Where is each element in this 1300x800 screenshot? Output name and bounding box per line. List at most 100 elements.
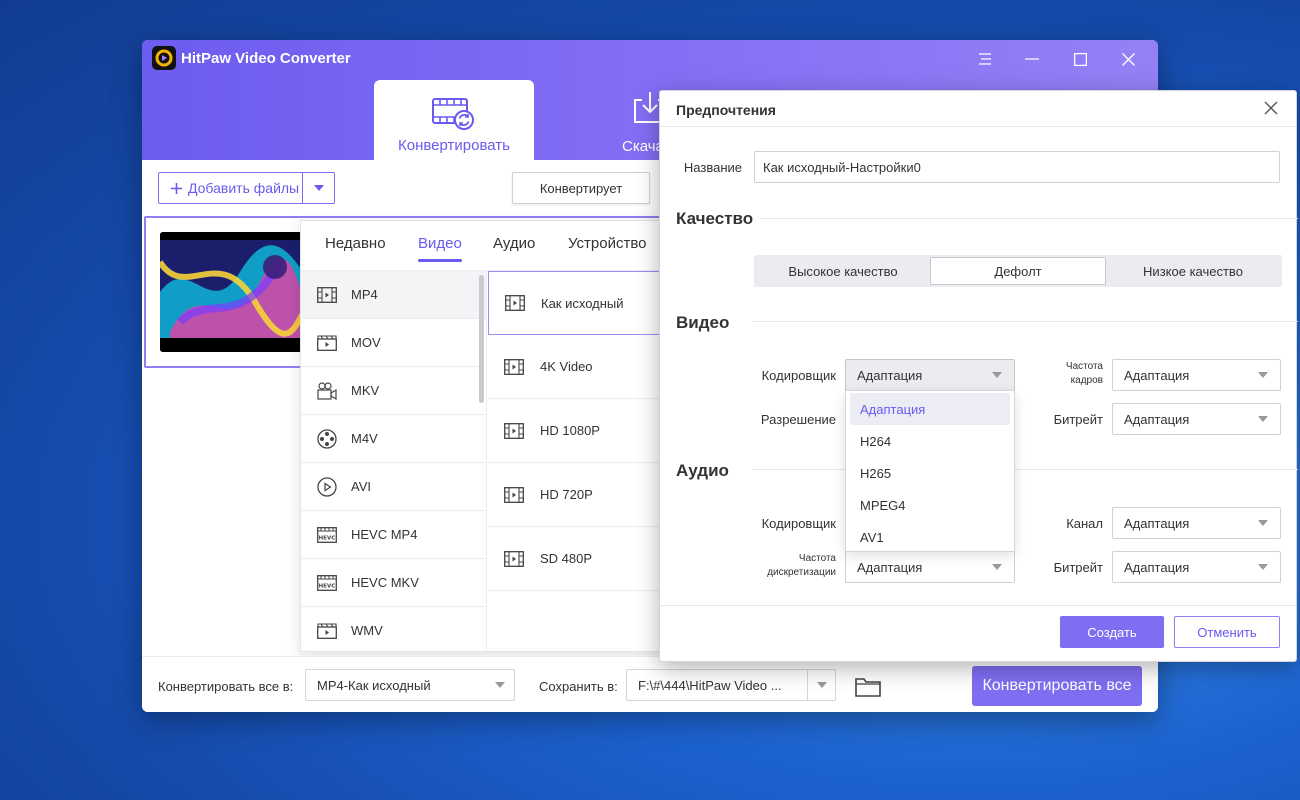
add-files-main[interactable]: Добавить файлы xyxy=(159,173,302,203)
camera-icon xyxy=(317,381,337,400)
channel-label: Канал xyxy=(1066,516,1103,531)
frame-rate-label-line1: Частота xyxy=(1065,361,1103,372)
convert-all-in-label: Конвертировать все в: xyxy=(158,679,294,694)
audio-bitrate-select[interactable]: Адаптация xyxy=(1112,551,1281,583)
format-label: AVI xyxy=(351,479,371,494)
format-item-hevc-mkv[interactable]: HEVC HEVC MKV xyxy=(301,559,486,607)
format-item-wmv[interactable]: WMV xyxy=(301,607,486,655)
tab-device[interactable]: Устройство xyxy=(568,235,646,252)
sample-rate-select[interactable]: Адаптация xyxy=(845,551,1015,583)
video-encoder-label: Кодировщик xyxy=(761,368,836,383)
add-files-label: Добавить файлы xyxy=(188,180,300,196)
format-item-mov[interactable]: MOV xyxy=(301,319,486,367)
create-button[interactable]: Создать xyxy=(1060,616,1164,648)
resolution-item-480p[interactable]: SD 480P xyxy=(488,527,671,591)
divider xyxy=(660,126,1296,127)
video-encoder-select[interactable]: Адаптация xyxy=(845,359,1015,391)
resolution-item-original[interactable]: Как исходный xyxy=(488,271,671,335)
name-label: Название xyxy=(683,160,742,175)
quality-default[interactable]: Дефолт xyxy=(930,257,1106,285)
caret-down-icon xyxy=(980,564,1014,570)
divider xyxy=(660,605,1296,606)
folder-icon[interactable] xyxy=(855,677,881,697)
format-label: MOV xyxy=(351,335,381,350)
format-label: MP4 xyxy=(351,287,378,302)
clapper-icon xyxy=(317,334,337,351)
tab-download-label: Скача xyxy=(622,138,664,155)
sample-rate-value: Адаптация xyxy=(857,559,923,575)
video-bitrate-value: Адаптация xyxy=(1124,411,1190,427)
divider xyxy=(752,321,1298,322)
format-item-mkv[interactable]: MKV xyxy=(301,367,486,415)
add-files-button[interactable]: Добавить файлы xyxy=(158,172,335,204)
format-item-mp4[interactable]: MP4 xyxy=(301,271,486,319)
encoder-option[interactable]: AV1 xyxy=(846,521,1014,553)
film-convert-icon xyxy=(432,98,474,130)
encoder-option[interactable]: MPEG4 xyxy=(846,489,1014,521)
frame-rate-select[interactable]: Адаптация xyxy=(1112,359,1281,391)
caret-down-icon xyxy=(1246,520,1280,526)
reel-icon xyxy=(317,428,337,449)
add-files-dropdown[interactable] xyxy=(302,173,334,203)
format-panel: Недавно Видео Аудио Устройство MP4 MOV M… xyxy=(300,220,671,655)
caret-down-icon xyxy=(1246,564,1280,570)
film-icon xyxy=(505,295,525,311)
sample-rate-label-line1: Частота xyxy=(798,553,836,564)
hevc-icon: HEVC xyxy=(317,526,337,543)
channel-value: Адаптация xyxy=(1124,515,1190,531)
resolution-label: HD 720P xyxy=(540,487,593,502)
convert-mode-button[interactable]: Конвертирует xyxy=(512,172,650,204)
format-label: WMV xyxy=(351,623,383,638)
close-icon[interactable] xyxy=(1264,101,1278,115)
video-bitrate-select[interactable]: Адаптация xyxy=(1112,403,1281,435)
format-list: MP4 MOV MKV M4V AVI HEVC HEVC MP4 HEVC H… xyxy=(301,271,487,655)
quality-low[interactable]: Низкое качество xyxy=(1106,257,1280,285)
maximize-icon[interactable] xyxy=(1069,48,1091,70)
convert-all-in-select[interactable]: MP4-Как исходный xyxy=(305,669,515,701)
quality-high[interactable]: Высокое качество xyxy=(756,257,930,285)
caret-down-icon xyxy=(807,670,835,700)
bottom-bar: Конвертировать все в: MP4-Как исходный С… xyxy=(142,656,1158,712)
resolution-label: HD 1080P xyxy=(540,423,600,438)
sample-rate-label: Частота дискретизации xyxy=(720,552,836,580)
svg-text:HEVC: HEVC xyxy=(319,535,336,541)
format-label: HEVC MP4 xyxy=(351,527,418,542)
cancel-button[interactable]: Отменить xyxy=(1174,616,1280,648)
tab-convert-label: Конвертировать xyxy=(398,137,510,154)
caret-down-icon xyxy=(486,682,514,688)
film-icon xyxy=(317,286,337,303)
resolution-item-1080p[interactable]: HD 1080P xyxy=(488,399,671,463)
svg-text:HEVC: HEVC xyxy=(319,583,336,589)
tab-audio[interactable]: Аудио xyxy=(493,235,535,252)
format-item-m4v[interactable]: M4V xyxy=(301,415,486,463)
minimize-icon[interactable] xyxy=(1021,48,1043,70)
quality-section-title: Качество xyxy=(676,209,754,228)
tab-convert[interactable]: Конвертировать xyxy=(374,80,534,160)
resolution-item-720p[interactable]: HD 720P xyxy=(488,463,671,527)
encoder-option[interactable]: H265 xyxy=(846,457,1014,489)
encoder-option[interactable]: Адаптация xyxy=(850,393,1010,425)
close-icon[interactable] xyxy=(1117,48,1139,70)
resolution-item-4k[interactable]: 4K Video xyxy=(488,335,671,399)
format-list-scrollbar[interactable] xyxy=(479,275,484,403)
channel-select[interactable]: Адаптация xyxy=(1112,507,1281,539)
frame-rate-label: Частота кадров xyxy=(1040,360,1103,388)
video-section-title: Видео xyxy=(676,313,730,332)
encoder-option[interactable]: H264 xyxy=(846,425,1014,457)
name-input[interactable]: Как исходный-Настройки0 xyxy=(754,151,1280,183)
convert-all-button[interactable]: Конвертировать все xyxy=(972,666,1142,706)
divider xyxy=(752,469,1298,470)
save-in-select[interactable]: F:\#\444\HitPaw Video ... xyxy=(626,669,836,701)
menu-icon[interactable] xyxy=(974,48,996,70)
tab-recent[interactable]: Недавно xyxy=(325,235,386,252)
format-label: MKV xyxy=(351,383,380,398)
caret-down-icon xyxy=(1246,416,1280,422)
video-thumbnail[interactable] xyxy=(160,232,310,352)
audio-encoder-label: Кодировщик xyxy=(761,516,836,531)
app-title: HitPaw Video Converter xyxy=(181,50,351,67)
format-item-hevc-mp4[interactable]: HEVC HEVC MP4 xyxy=(301,511,486,559)
caret-down-icon xyxy=(1246,372,1280,378)
format-item-avi[interactable]: AVI xyxy=(301,463,486,511)
clapper-icon xyxy=(317,622,337,639)
tab-video[interactable]: Видео xyxy=(418,235,462,262)
